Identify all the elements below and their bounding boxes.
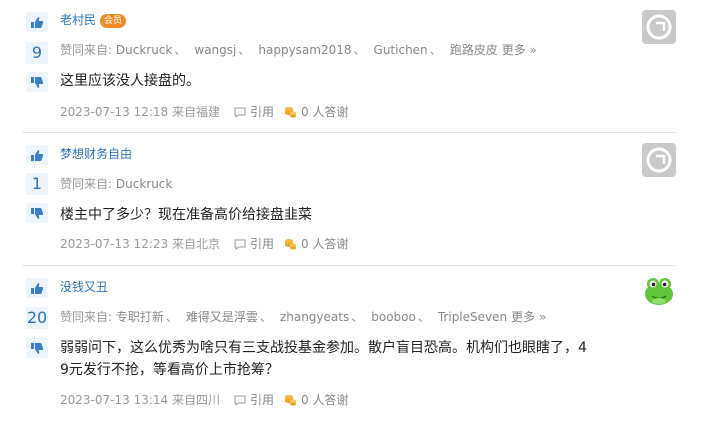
- downvote-button[interactable]: [26, 203, 48, 223]
- chat-bubble-icon: [234, 107, 246, 118]
- thanks-count: 0 人答谢: [300, 393, 349, 407]
- supporter-link[interactable]: zhangyeats: [280, 310, 349, 324]
- support-label: 赞同来自:: [60, 310, 113, 324]
- quote-label: 引用: [249, 105, 274, 119]
- upvote-button[interactable]: [26, 145, 48, 165]
- more-supporters-link[interactable]: 更多 »: [502, 43, 537, 57]
- author-line: 梦想财务自由: [60, 146, 132, 162]
- member-badge: 会员: [100, 14, 127, 28]
- coin-stack-icon: [284, 239, 296, 250]
- quote-button[interactable]: 引用: [234, 104, 274, 120]
- coin-stack-icon: [284, 395, 296, 406]
- frog-avatar-icon: [645, 278, 673, 305]
- thumbs-down-icon: [31, 342, 44, 354]
- support-label: 赞同来自:: [60, 177, 113, 191]
- supporter-link[interactable]: 专职打新: [116, 310, 164, 324]
- post-time-location: 2023-07-13 12:23 来自北京: [60, 237, 220, 251]
- post-content: 楼主中了多少？现在准备高价给接盘韭菜: [60, 207, 312, 223]
- post-content: 这里应该没人接盘的。: [60, 73, 200, 89]
- supporter-link[interactable]: 跑路皮皮: [450, 43, 498, 57]
- post-content: 弱弱问下，这么优秀为啥只有三支战投基金参加。散户盲目恐高。机构们也眼瞎了，4 9…: [60, 337, 640, 381]
- thanks-button[interactable]: 0 人答谢: [284, 236, 348, 252]
- separator: 、: [417, 310, 430, 324]
- separator: 、: [238, 43, 251, 57]
- post-time-location: 2023-07-13 12:18 来自福建: [60, 105, 220, 119]
- post-content-line: 弱弱问下，这么优秀为啥只有三支战投基金参加。散户盲目恐高。机构们也眼瞎了，4: [60, 340, 587, 356]
- support-line: 赞同来自: 专职打新、难得又是浮雲、 zhangyeats、 booboo、 Trip…: [60, 309, 546, 325]
- thanks-count: 0 人答谢: [300, 237, 349, 251]
- thumbs-up-icon: [31, 149, 44, 161]
- quote-button[interactable]: 引用: [234, 392, 274, 408]
- supporter-link[interactable]: wangsj: [194, 43, 236, 57]
- post-3: 20 没钱又丑 赞同来自: 专职打新、难得又是浮雲、 zhangyeats、 boo…: [0, 266, 711, 423]
- separator: 、: [165, 310, 178, 324]
- post-content-line: 9元发行不抢，等看高价上市抢筹？: [60, 362, 279, 378]
- quote-label: 引用: [249, 393, 274, 407]
- author-name[interactable]: 老村民: [60, 13, 96, 27]
- support-line: 赞同来自: Duckruck: [60, 176, 172, 192]
- default-avatar-icon: [646, 147, 672, 173]
- supporter-link[interactable]: 难得又是浮雲: [186, 310, 258, 324]
- upvote-button[interactable]: [26, 278, 48, 298]
- user-avatar[interactable]: [642, 143, 676, 177]
- downvote-button[interactable]: [26, 338, 48, 358]
- post-meta: 2023-07-13 12:23 来自北京 引用 0 人答谢: [60, 236, 348, 252]
- separator: 、: [351, 310, 364, 324]
- thumbs-up-icon: [31, 16, 44, 28]
- thumbs-down-icon: [31, 76, 44, 88]
- thumbs-down-icon: [31, 207, 44, 219]
- user-avatar[interactable]: [642, 274, 676, 308]
- support-label: 赞同来自:: [60, 43, 113, 57]
- post-time-location: 2023-07-13 13:14 来自四川: [60, 393, 220, 407]
- default-avatar-icon: [646, 14, 672, 40]
- separator: 、: [353, 43, 366, 57]
- coin-stack-icon: [284, 107, 296, 118]
- thanks-button[interactable]: 0 人答谢: [284, 392, 348, 408]
- support-line: 赞同来自: Duckruck、 wangsj、 happysam2018、 Gutic…: [60, 42, 537, 58]
- supporter-link[interactable]: booboo: [371, 310, 416, 324]
- thanks-count: 0 人答谢: [300, 105, 349, 119]
- vote-count: 1: [26, 173, 48, 195]
- supporter-link[interactable]: Gutichen: [374, 43, 428, 57]
- separator: 、: [259, 310, 272, 324]
- post-1: 9 老村民 会员 赞同来自: Duckruck、 wangsj、 happysam20…: [0, 0, 711, 132]
- chat-bubble-icon: [234, 395, 246, 406]
- user-avatar[interactable]: [642, 10, 676, 44]
- more-supporters-link[interactable]: 更多 »: [511, 310, 546, 324]
- author-name[interactable]: 没钱又丑: [60, 280, 108, 294]
- vote-count: 20: [26, 307, 48, 329]
- upvote-button[interactable]: [26, 12, 48, 32]
- thanks-button[interactable]: 0 人答谢: [284, 104, 348, 120]
- downvote-button[interactable]: [26, 72, 48, 92]
- author-line: 没钱又丑: [60, 279, 108, 295]
- author-line: 老村民 会员: [60, 12, 127, 28]
- supporter-link[interactable]: TripleSeven: [438, 310, 507, 324]
- chat-bubble-icon: [234, 239, 246, 250]
- author-name[interactable]: 梦想财务自由: [60, 147, 132, 161]
- vote-count: 9: [26, 42, 48, 64]
- supporter-link[interactable]: happysam2018: [258, 43, 351, 57]
- quote-button[interactable]: 引用: [234, 236, 274, 252]
- separator: 、: [174, 43, 187, 57]
- post-meta: 2023-07-13 12:18 来自福建 引用 0 人答谢: [60, 104, 348, 120]
- thumbs-up-icon: [31, 282, 44, 294]
- post-2: 1 梦想财务自由 赞同来自: Duckruck 楼主中了多少？现在准备高价给接盘…: [0, 133, 711, 266]
- supporter-link[interactable]: Duckruck: [116, 177, 172, 191]
- quote-label: 引用: [249, 237, 274, 251]
- supporter-link[interactable]: Duckruck: [116, 43, 172, 57]
- post-meta: 2023-07-13 13:14 来自四川 引用 0 人答谢: [60, 392, 348, 408]
- separator: 、: [429, 43, 442, 57]
